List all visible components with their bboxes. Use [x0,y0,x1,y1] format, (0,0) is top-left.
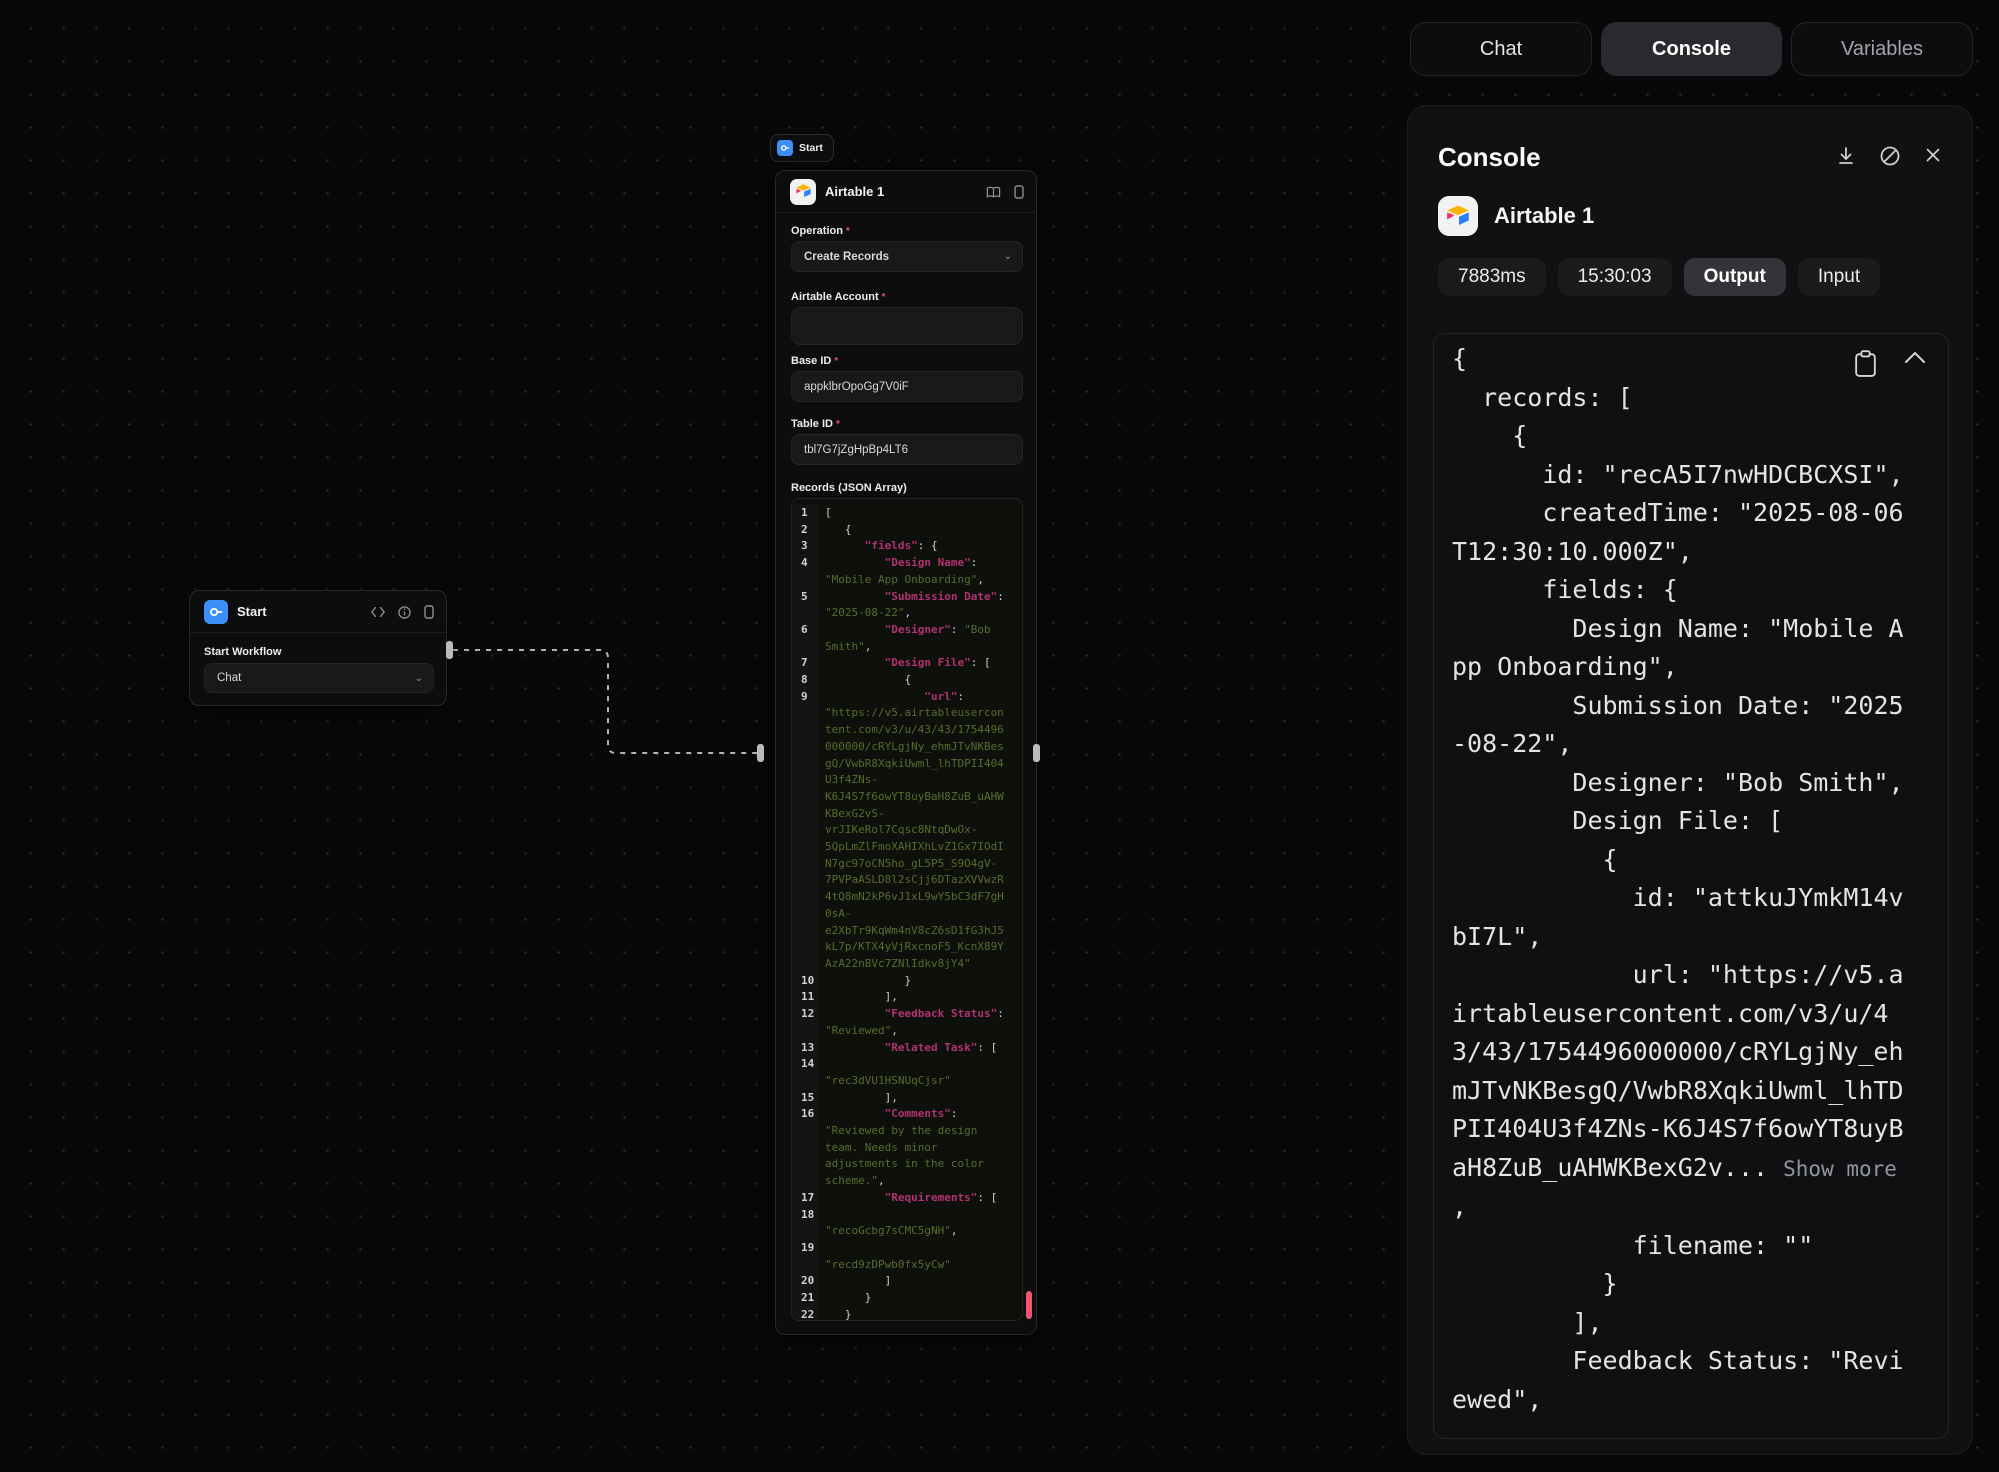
base-id-value: appklbrOpoGg7V0iF [804,381,909,393]
editor-line: 4 "Design Name": "Mobile App Onboarding"… [792,555,1022,588]
timestamp-badge: 15:30:03 [1558,258,1672,296]
editor-line: 16 "Comments": "Reviewed by the design t… [792,1106,1022,1190]
start-output-handle[interactable] [446,641,453,659]
start-node-title: Start [237,604,267,619]
editor-line: 9 "url": "https://v5.airtableusercontent… [792,689,1022,973]
editor-line: 18 "recoGcbg7sCMC5gNH", [792,1207,1022,1240]
airtable-logo-icon [790,179,816,205]
info-icon[interactable] [398,606,411,619]
duration-badge: 7883ms [1438,258,1546,296]
editor-line: 5 "Submission Date": "2025-08-22", [792,589,1022,622]
editor-line: 13 "Related Task": [ [792,1040,1022,1057]
chevron-down-icon: ⌄ [415,673,423,684]
docs-icon[interactable] [986,186,1001,199]
output-json: , filename: "" } ], Feedback Status: "Re… [1452,1192,1904,1414]
console-output-box: { records: [ { id: "recA5I7nwHDCBCXSI", … [1433,333,1949,1439]
required-asterisk: * [846,226,850,237]
editor-line: 10 } [792,973,1022,990]
output-tab[interactable]: Output [1684,258,1786,296]
input-tab[interactable]: Input [1798,258,1880,296]
required-asterisk: * [882,292,886,303]
operation-label: Operation* [791,225,850,237]
incoming-connection-chip[interactable]: Start [770,134,834,162]
editor-line: 12 "Feedback Status": "Reviewed", [792,1006,1022,1039]
tab-console[interactable]: Console [1601,22,1782,76]
airtable-logo-icon [1438,196,1478,236]
console-output-text: { records: [ { id: "recA5I7nwHDCBCXSI", … [1452,340,1907,1419]
device-icon[interactable] [1014,185,1024,199]
table-id-input[interactable]: tbl7G7jZgHpBp4LT6 [791,434,1023,465]
airtable-input-handle[interactable] [757,744,764,762]
account-label: Airtable Account* [791,291,886,303]
code-icon[interactable] [371,606,385,618]
editor-line: 11 ], [792,989,1022,1006]
editor-line: 3 "fields": { [792,538,1022,555]
trigger-select-value: Chat [217,672,241,684]
records-label: Records (JSON Array) [791,482,907,494]
editor-line: 7 "Design File": [ [792,655,1022,672]
editor-line: 6 "Designer": "Bob Smith", [792,622,1022,655]
close-icon[interactable] [1922,144,1944,173]
records-editor-lines: 1[2 {3 "fields": {4 "Design Name": "Mobi… [792,505,1022,1321]
console-node-name: Airtable 1 [1494,203,1594,229]
tab-chat[interactable]: Chat [1410,22,1592,76]
tab-variables[interactable]: Variables [1791,22,1973,76]
start-node-header: Start [190,591,446,633]
airtable-account-input[interactable] [791,307,1023,345]
operation-select[interactable]: Create Records ⌄ [791,241,1023,272]
clear-console-icon[interactable] [1878,144,1902,173]
airtable-output-handle[interactable] [1033,744,1040,762]
trigger-select[interactable]: Chat ⌄ [204,663,434,693]
chip-label: Start [799,142,823,154]
table-id-value: tbl7G7jZgHpBp4LT6 [804,444,908,456]
show-more-link[interactable]: Show more [1783,1157,1897,1181]
console-panel: Console Airtable 1 7883ms 15:30:03 Outpu… [1407,105,1973,1455]
airtable-node[interactable]: Airtable 1 Operation* Create Records ⌄ A… [775,170,1037,1335]
start-icon [777,140,793,156]
start-node[interactable]: Start Start Workflow Chat ⌄ [189,590,447,706]
operation-value: Create Records [804,251,889,263]
copy-icon[interactable] [1853,350,1878,383]
editor-line: 22 } [792,1307,1022,1321]
editor-line: 2 { [792,522,1022,539]
download-icon[interactable] [1834,144,1858,173]
console-node-row: Airtable 1 [1438,196,1594,236]
start-workflow-label: Start Workflow [204,646,281,658]
editor-scrollbar-thumb[interactable] [1026,1291,1032,1319]
output-json: { records: [ { id: "recA5I7nwHDCBCXSI", … [1452,344,1904,1182]
required-asterisk: * [834,356,838,367]
editor-line: 21 } [792,1290,1022,1307]
collapse-icon[interactable] [1904,350,1926,383]
airtable-node-header: Airtable 1 [776,171,1036,213]
device-icon[interactable] [424,605,434,619]
editor-line: 1[ [792,505,1022,522]
airtable-node-title: Airtable 1 [825,184,884,199]
table-id-label: Table ID* [791,418,840,430]
console-panel-title: Console [1438,142,1541,173]
start-icon [204,600,228,624]
editor-line: 17 "Requirements": [ [792,1190,1022,1207]
editor-line: 8 { [792,672,1022,689]
editor-line: 15 ], [792,1090,1022,1107]
required-asterisk: * [836,419,840,430]
records-json-editor[interactable]: 1[2 {3 "fields": {4 "Design Name": "Mobi… [791,498,1023,1321]
base-id-input[interactable]: appklbrOpoGg7V0iF [791,371,1023,402]
base-id-label: Base ID* [791,355,838,367]
editor-line: 14 "rec3dVU1HSNUqCjsr" [792,1056,1022,1089]
workflow-canvas: Start Start Workflow Chat ⌄ Start [0,0,1999,1472]
chevron-down-icon: ⌄ [1004,251,1012,262]
editor-line: 20 ] [792,1273,1022,1290]
editor-line: 19 "recd9zDPwb0fx5yCw" [792,1240,1022,1273]
